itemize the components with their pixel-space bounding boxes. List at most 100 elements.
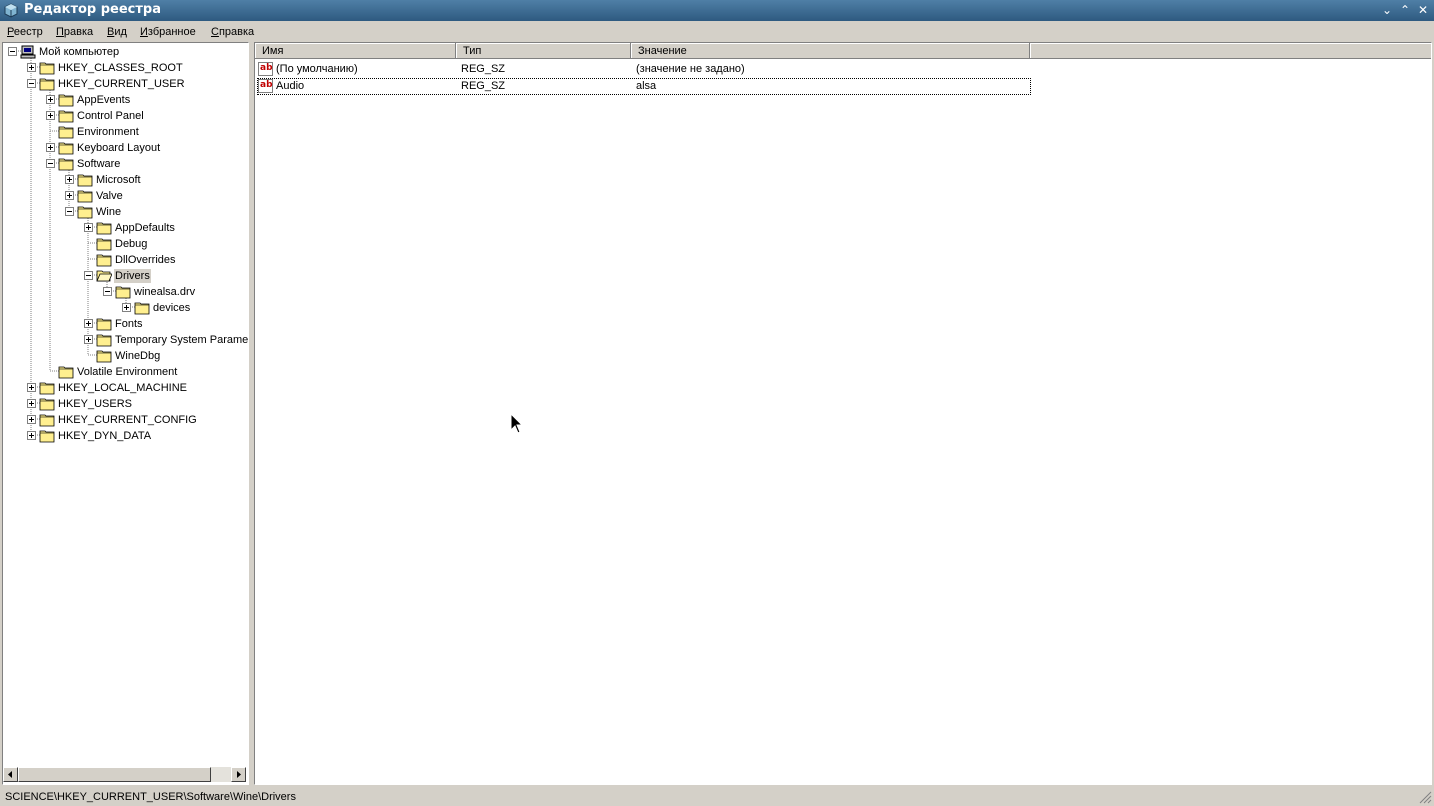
menu-favorites[interactable]: Избранное: [140, 26, 196, 38]
tree-item[interactable]: HKEY_CURRENT_USER: [3, 76, 248, 92]
tree-item[interactable]: WineDbg: [3, 348, 248, 364]
collapse-icon[interactable]: [65, 207, 74, 216]
tree-item-label: Temporary System Paramet: [115, 334, 249, 346]
tree-item[interactable]: HKEY_DYN_DATA: [3, 428, 248, 444]
column-header-name[interactable]: Имя: [255, 43, 456, 59]
expand-icon[interactable]: [27, 383, 36, 392]
folder-icon: [39, 414, 55, 427]
tree-item[interactable]: Valve: [3, 188, 248, 204]
tree-item[interactable]: Fonts: [3, 316, 248, 332]
column-header-value[interactable]: Значение: [631, 43, 1030, 59]
scroll-right-button[interactable]: [231, 767, 246, 782]
tree-item-label: WineDbg: [115, 350, 161, 362]
list-row[interactable]: ab (По умолчанию) REG_SZ (значение не за…: [255, 61, 1431, 78]
folder-icon: [58, 94, 74, 107]
tree-item[interactable]: HKEY_LOCAL_MACHINE: [3, 380, 248, 396]
maximize-button[interactable]: ⌃: [1397, 2, 1413, 18]
tree-item-label: Drivers: [114, 269, 151, 283]
collapse-icon[interactable]: [84, 271, 93, 280]
menu-registry[interactable]: Реестр: [7, 26, 43, 38]
collapse-icon[interactable]: [103, 287, 112, 296]
folder-icon: [58, 126, 74, 139]
tree-item[interactable]: Keyboard Layout: [3, 140, 248, 156]
tree-item[interactable]: Control Panel: [3, 108, 248, 124]
tree-item[interactable]: HKEY_CLASSES_ROOT: [3, 60, 248, 76]
tree-item[interactable]: Debug: [3, 236, 248, 252]
tree-item-label: Keyboard Layout: [77, 142, 161, 154]
tree-item[interactable]: Drivers: [3, 268, 248, 284]
menu-edit[interactable]: Правка: [56, 26, 93, 38]
values-list[interactable]: Имя Тип Значение ab (По умолчанию) REG_S…: [254, 42, 1432, 785]
registry-tree[interactable]: Мой компьютер HKEY_CLASSES_ROOT HKEY_CURRE…: [2, 42, 249, 785]
svg-text:ab: ab: [260, 80, 273, 90]
minimize-button[interactable]: ⌄: [1379, 2, 1395, 18]
expand-icon[interactable]: [27, 415, 36, 424]
expand-icon[interactable]: [122, 303, 131, 312]
list-row[interactable]: ab Audio REG_SZ alsa: [255, 78, 1431, 95]
tree-item-label: Fonts: [115, 318, 143, 330]
expand-icon[interactable]: [46, 143, 55, 152]
tree-item[interactable]: HKEY_USERS: [3, 396, 248, 412]
scroll-left-button[interactable]: [3, 767, 18, 782]
mouse-cursor-icon: [510, 413, 524, 434]
expand-icon[interactable]: [65, 191, 74, 200]
tree-item[interactable]: DllOverrides: [3, 252, 248, 268]
tree-item[interactable]: HKEY_CURRENT_CONFIG: [3, 412, 248, 428]
expand-icon[interactable]: [46, 111, 55, 120]
folder-icon: [39, 78, 55, 91]
tree-item[interactable]: AppEvents: [3, 92, 248, 108]
tree-item-label: HKEY_CURRENT_CONFIG: [58, 414, 197, 426]
expand-icon[interactable]: [27, 431, 36, 440]
folder-icon: [77, 174, 93, 187]
tree-item[interactable]: devices: [3, 300, 248, 316]
tree-item[interactable]: Volatile Environment: [3, 364, 248, 380]
tree-item-label: HKEY_USERS: [58, 398, 132, 410]
tree-item[interactable]: Software: [3, 156, 248, 172]
menu-help[interactable]: Справка: [211, 26, 254, 38]
expand-icon[interactable]: [27, 399, 36, 408]
tree-horizontal-scrollbar[interactable]: [3, 767, 246, 782]
arrow-left-icon: [8, 771, 12, 778]
tree-item[interactable]: Microsoft: [3, 172, 248, 188]
title-bar[interactable]: Редактор реестра ⌄ ⌃ ✕: [0, 0, 1434, 21]
menu-view[interactable]: Вид: [107, 26, 127, 38]
value-type: REG_SZ: [461, 80, 506, 92]
status-bar: SCIENCE\HKEY_CURRENT_USER\Software\Wine\…: [0, 787, 1434, 806]
expand-icon[interactable]: [27, 63, 36, 72]
tree-item[interactable]: Temporary System Paramet: [3, 332, 248, 348]
close-button[interactable]: ✕: [1415, 2, 1431, 18]
tree-item[interactable]: Environment: [3, 124, 248, 140]
folder-open-icon: [96, 270, 112, 282]
expand-icon[interactable]: [65, 175, 74, 184]
value-data: (значение не задано): [636, 63, 745, 75]
tree-item[interactable]: Мой компьютер: [3, 44, 248, 60]
expand-icon[interactable]: [84, 223, 93, 232]
collapse-icon[interactable]: [27, 79, 36, 88]
scrollbar-thumb[interactable]: [18, 767, 211, 782]
size-grip-icon[interactable]: [1418, 790, 1432, 804]
value-data: alsa: [636, 80, 657, 92]
folder-icon: [134, 302, 150, 315]
tree-item-label: HKEY_CURRENT_USER: [58, 78, 185, 90]
string-value-icon: ab: [258, 62, 273, 76]
folder-icon: [39, 430, 55, 443]
expand-icon[interactable]: [84, 319, 93, 328]
tree-item-label: HKEY_DYN_DATA: [58, 430, 152, 442]
folder-icon: [96, 222, 112, 235]
tree-item[interactable]: AppDefaults: [3, 220, 248, 236]
status-path: SCIENCE\HKEY_CURRENT_USER\Software\Wine\…: [5, 791, 296, 803]
menu-bar: Реестр Правка Вид Избранное Справка: [0, 22, 1434, 42]
expand-icon[interactable]: [84, 335, 93, 344]
tree-item[interactable]: winealsa.drv: [3, 284, 248, 300]
expand-icon[interactable]: [46, 95, 55, 104]
tree-item-label: DllOverrides: [115, 254, 176, 266]
pane-splitter[interactable]: [249, 42, 253, 784]
tree-item-label: Мой компьютер: [39, 46, 120, 58]
value-name: Audio: [276, 80, 305, 92]
column-header-type[interactable]: Тип: [456, 43, 631, 59]
tree-item[interactable]: Wine: [3, 204, 248, 220]
collapse-icon[interactable]: [8, 47, 17, 56]
folder-icon: [115, 286, 131, 299]
folder-icon: [96, 254, 112, 267]
collapse-icon[interactable]: [46, 159, 55, 168]
